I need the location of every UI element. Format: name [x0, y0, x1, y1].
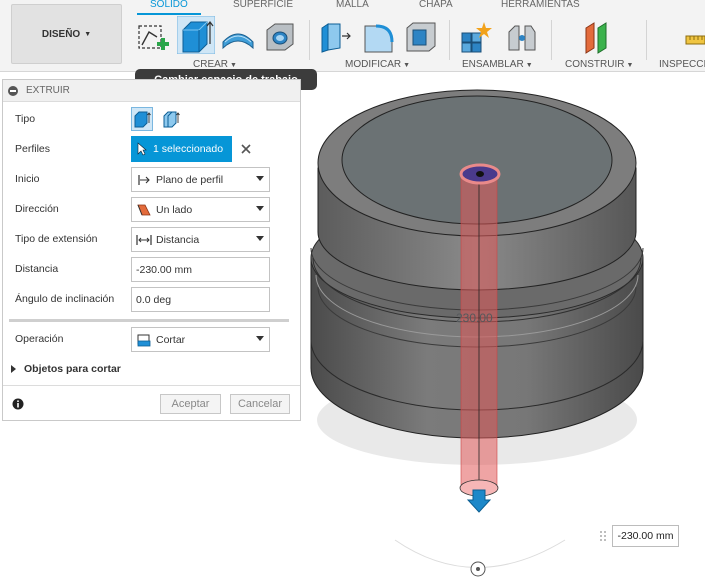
info-icon[interactable]: [12, 398, 24, 410]
caret-down-icon: [256, 176, 264, 181]
extrude-icon[interactable]: [177, 16, 215, 54]
caret-down-icon: ▼: [230, 62, 237, 69]
toolbar: DISEÑO ▼ SÓLIDO SUPERFICIE MALLA CHAPA H…: [0, 0, 705, 72]
distance-input[interactable]: -230.00 mm: [131, 257, 270, 282]
direction-label: Dirección: [15, 203, 59, 215]
sketch-icon[interactable]: [137, 20, 171, 54]
chevron-right-icon: [11, 365, 16, 373]
start-value: Plano de perfil: [156, 173, 224, 186]
caret-down-icon: ▼: [84, 30, 92, 38]
toolbar-separator: [309, 20, 310, 60]
offset-plane-icon[interactable]: [582, 20, 616, 54]
profiles-value: 1 seleccionado: [153, 143, 224, 155]
start-dropdown[interactable]: Plano de perfil: [131, 167, 270, 192]
collapse-icon[interactable]: [8, 85, 18, 96]
dimension-label: 230.00: [456, 311, 493, 325]
workspace-switcher[interactable]: DISEÑO ▼: [11, 4, 122, 64]
drag-handle-icon[interactable]: [598, 525, 608, 547]
taper-angle-label: Ángulo de inclinación: [15, 293, 115, 305]
objects-to-cut-label: Objetos para cortar: [24, 363, 121, 375]
group-modify-label[interactable]: MODIFICAR ▼: [345, 59, 410, 70]
direction-value: Un lado: [156, 203, 193, 216]
revolve-icon[interactable]: [221, 22, 255, 56]
type-thin-button[interactable]: [160, 107, 182, 131]
extrude-dialog: EXTRUIR Tipo Perfiles 1 seleccionado Ini…: [2, 79, 301, 421]
operation-dropdown[interactable]: Cortar: [131, 327, 270, 352]
pivot-dot: [476, 567, 480, 571]
cancel-button[interactable]: Cancelar: [230, 394, 290, 414]
extent-type-value: Distancia: [156, 233, 200, 246]
distance-icon: [136, 232, 152, 248]
tab-sheet-metal[interactable]: CHAPA: [419, 0, 453, 10]
operation-label: Operación: [15, 333, 64, 345]
cut-icon: [136, 332, 152, 348]
tab-solid[interactable]: SÓLIDO: [150, 0, 188, 10]
operation-value: Cortar: [156, 333, 186, 346]
group-construct-label[interactable]: CONSTRUIR ▼: [565, 59, 633, 70]
cursor-icon: [137, 142, 147, 156]
measure-icon[interactable]: [684, 22, 705, 56]
profile-center: [476, 171, 484, 177]
solid-extrude-icon: [134, 111, 151, 128]
active-tab-indicator: [137, 13, 201, 15]
tab-surface[interactable]: SUPERFICIE: [233, 0, 293, 10]
taper-angle-input[interactable]: 0.0 deg: [131, 287, 270, 312]
hole-icon[interactable]: [263, 20, 297, 54]
profiles-selection-button[interactable]: 1 seleccionado: [131, 136, 232, 162]
dialog-title: EXTRUIR: [26, 85, 70, 96]
objects-to-cut-toggle[interactable]: Objetos para cortar: [11, 363, 121, 375]
extent-type-dropdown[interactable]: Distancia: [131, 227, 270, 252]
section-divider: [9, 319, 289, 322]
distance-manipulator-input[interactable]: -230.00 mm: [612, 525, 679, 547]
joint-icon[interactable]: [505, 20, 539, 54]
app-root: 230.00 -230.00 mm DISEÑO ▼ SÓLIDO SUPERF…: [0, 0, 705, 585]
workspace-label: DISEÑO: [41, 28, 81, 40]
caret-down-icon: ▼: [626, 62, 634, 69]
toolbar-separator: [646, 20, 647, 60]
type-solid-button[interactable]: [131, 107, 153, 131]
one-side-icon: [136, 202, 152, 218]
caret-down-icon: ▼: [403, 62, 411, 69]
caret-down-icon: ▼: [525, 62, 533, 69]
type-label: Tipo: [15, 113, 36, 125]
distance-label: Distancia: [15, 263, 59, 275]
profiles-label: Perfiles: [15, 143, 51, 155]
footer-divider: [3, 385, 300, 386]
shell-icon[interactable]: [404, 20, 438, 54]
caret-down-icon: [256, 206, 264, 211]
dialog-header[interactable]: EXTRUIR: [3, 80, 300, 102]
close-icon[interactable]: [241, 144, 251, 154]
press-pull-icon[interactable]: [318, 20, 352, 54]
extent-type-label: Tipo de extensión: [15, 233, 98, 245]
toolbar-separator: [551, 20, 552, 60]
caret-down-icon: [256, 336, 264, 341]
new-component-icon[interactable]: [459, 20, 493, 54]
caret-down-icon: [256, 236, 264, 241]
ok-button[interactable]: Aceptar: [160, 394, 221, 414]
fillet-icon[interactable]: [362, 20, 396, 54]
direction-dropdown[interactable]: Un lado: [131, 197, 270, 222]
tab-tools[interactable]: HERRAMIENTAS: [501, 0, 580, 10]
thin-extrude-icon: [163, 111, 180, 128]
start-label: Inicio: [15, 173, 40, 185]
group-assemble-label[interactable]: ENSAMBLAR ▼: [462, 59, 533, 70]
profile-plane-icon: [136, 172, 152, 188]
group-inspect-label[interactable]: INSPECCIO: [659, 59, 705, 70]
tab-mesh[interactable]: MALLA: [336, 0, 369, 10]
toolbar-separator: [449, 20, 450, 60]
